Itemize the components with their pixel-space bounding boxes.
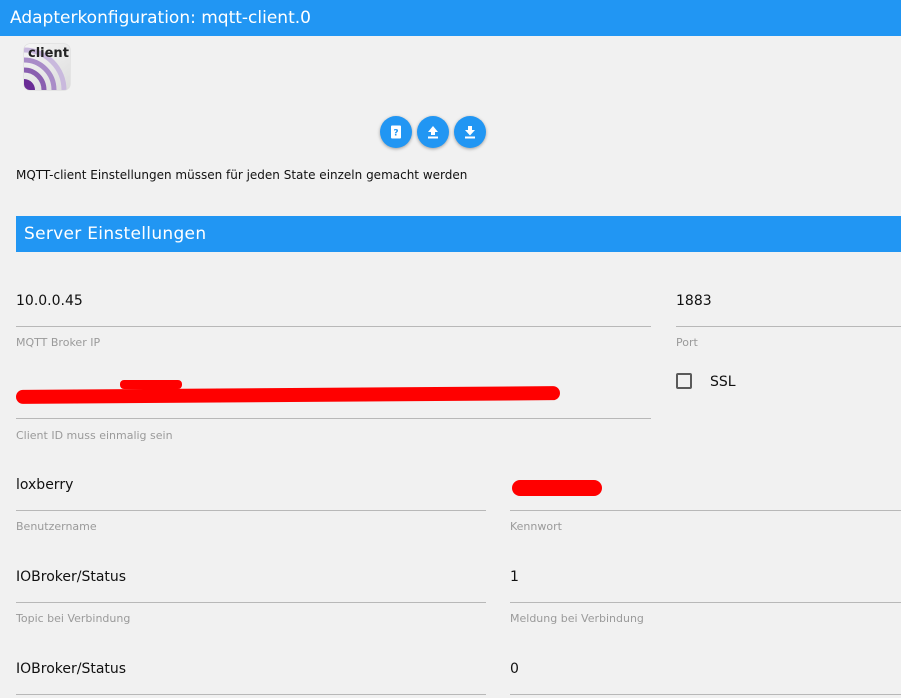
client-id-label: Client ID muss einmalig sein bbox=[16, 429, 173, 442]
redaction-mark bbox=[512, 480, 602, 496]
help-button[interactable]: ? bbox=[380, 116, 412, 148]
svg-text:?: ? bbox=[393, 129, 398, 139]
upload-button[interactable] bbox=[417, 116, 449, 148]
port-input[interactable]: 1883 bbox=[676, 293, 901, 327]
section-header: Server Einstellungen bbox=[16, 216, 901, 252]
connect-topic-label: Topic bei Verbindung bbox=[16, 612, 131, 625]
username-input[interactable]: loxberry bbox=[16, 477, 486, 511]
broker-ip-input[interactable]: 10.0.0.45 bbox=[16, 293, 651, 327]
window-title: Adapterkonfiguration: mqtt-client.0 bbox=[0, 0, 901, 36]
disconnect-message-value: 0 bbox=[510, 661, 519, 677]
connect-topic-value: IOBroker/Status bbox=[16, 569, 127, 585]
username-value: loxberry bbox=[16, 477, 74, 493]
download-button[interactable] bbox=[454, 116, 486, 148]
mqtt-client-logo: client bbox=[24, 44, 70, 90]
ssl-label: SSL bbox=[710, 374, 736, 390]
logo-text: client bbox=[28, 46, 69, 61]
connect-message-input[interactable]: 1 bbox=[510, 569, 901, 603]
port-value: 1883 bbox=[676, 293, 712, 309]
ssl-checkbox[interactable] bbox=[676, 373, 692, 389]
connect-message-label: Meldung bei Verbindung bbox=[510, 612, 644, 625]
broker-ip-value: 10.0.0.45 bbox=[16, 293, 83, 309]
disconnect-topic-value: IOBroker/Status bbox=[16, 661, 127, 677]
download-icon bbox=[465, 126, 475, 139]
disconnect-message-input[interactable]: 0 bbox=[510, 661, 901, 695]
help-book-icon: ? bbox=[391, 125, 401, 139]
username-label: Benutzername bbox=[16, 520, 97, 533]
info-text: MQTT-client Einstellungen müssen für jed… bbox=[16, 168, 468, 182]
port-label: Port bbox=[676, 336, 698, 349]
redaction-mark bbox=[120, 380, 182, 389]
disconnect-topic-input[interactable]: IOBroker/Status bbox=[16, 661, 486, 695]
connect-topic-input[interactable]: IOBroker/Status bbox=[16, 569, 486, 603]
password-label: Kennwort bbox=[510, 520, 562, 533]
broker-ip-label: MQTT Broker IP bbox=[16, 336, 101, 349]
upload-icon bbox=[428, 126, 438, 139]
connect-message-value: 1 bbox=[510, 569, 519, 585]
